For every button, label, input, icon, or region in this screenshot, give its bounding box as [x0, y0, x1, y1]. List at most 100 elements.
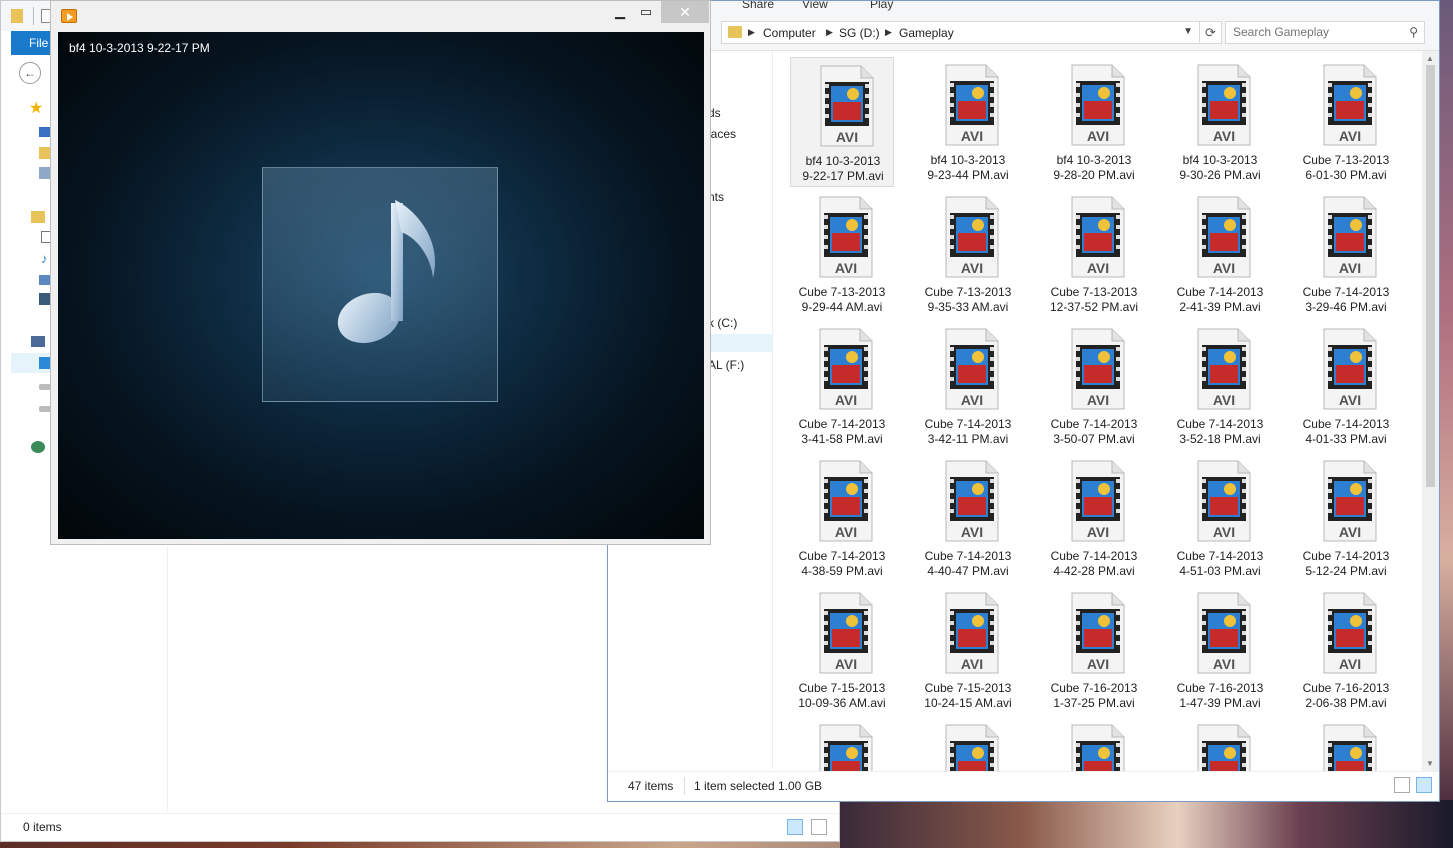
file-name-line1: Cube 7-14-2013: [1176, 285, 1264, 299]
chevron-right-icon[interactable]: ▶: [748, 27, 755, 38]
breadcrumb-computer[interactable]: Computer: [763, 26, 816, 40]
large-icons-view-button[interactable]: [811, 819, 827, 835]
avi-file-icon: AVI: [1323, 328, 1377, 410]
nav-item-drive-c[interactable]: k (C:): [708, 316, 737, 330]
file-tile[interactable]: AVI Cube 7-14-2013 3-52-18 PM.avi: [1168, 321, 1272, 451]
avi-file-icon: AVI: [945, 64, 999, 146]
network-icon[interactable]: [31, 441, 45, 453]
file-type-label: AVI: [1087, 524, 1109, 540]
chevron-right-icon[interactable]: ▶: [885, 27, 892, 38]
file-tile[interactable]: AVI Cube 7-13-2013 9-29-44 AM.avi: [790, 189, 894, 319]
file-tile[interactable]: AVI Cube 7-14-2013 3-50-07 PM.avi: [1042, 321, 1146, 451]
file-tab[interactable]: File: [11, 31, 55, 55]
file-name-line1: Cube 7-14-2013: [1050, 549, 1138, 563]
maximize-button[interactable]: ▭: [633, 1, 659, 23]
scroll-down-arrow[interactable]: ▼: [1426, 759, 1434, 768]
scrollbar-thumb[interactable]: [1426, 65, 1435, 487]
properties-icon[interactable]: [33, 7, 34, 25]
address-bar[interactable]: ▶ Computer ▶ SG (D:) ▶ Gameplay ▼: [721, 21, 1200, 44]
file-tile[interactable]: AVI Cube 7-14-2013 4-51-03 PM.avi: [1168, 453, 1272, 583]
file-tile[interactable]: AVI: [790, 717, 894, 771]
file-type-label: AVI: [1087, 392, 1109, 408]
file-name-line1: Cube 7-13-2013: [1302, 153, 1390, 167]
file-name: Cube 7-14-2013 3-29-46 PM.avi: [1294, 285, 1398, 315]
file-tile[interactable]: AVI Cube 7-15-2013 10-09-36 AM.avi: [790, 585, 894, 715]
close-button[interactable]: ✕: [661, 1, 709, 23]
file-tile[interactable]: AVI Cube 7-15-2013 10-24-15 AM.avi: [916, 585, 1020, 715]
video-area[interactable]: bf4 10-3-2013 9-22-17 PM: [58, 32, 704, 539]
file-name-line2: 3-50-07 PM.avi: [1053, 432, 1135, 446]
file-tile[interactable]: AVI bf4 10-3-2013 9-28-20 PM.avi: [1042, 57, 1146, 187]
file-name: Cube 7-13-2013 9-29-44 AM.avi: [790, 285, 894, 315]
back-button[interactable]: ←: [19, 62, 41, 84]
file-tile[interactable]: AVI: [1168, 717, 1272, 771]
details-view-button[interactable]: [1394, 777, 1410, 793]
file-tile[interactable]: AVI Cube 7-16-2013 1-37-25 PM.avi: [1042, 585, 1146, 715]
libraries-icon[interactable]: [31, 211, 45, 223]
avi-file-icon: AVI: [945, 328, 999, 410]
file-tile[interactable]: AVI: [1042, 717, 1146, 771]
favorites-star-icon[interactable]: ★: [29, 101, 43, 117]
file-tile[interactable]: AVI Cube 7-14-2013 2-41-39 PM.avi: [1168, 189, 1272, 319]
chevron-right-icon[interactable]: ▶: [826, 27, 833, 38]
file-name: Cube 7-14-2013 4-38-59 PM.avi: [790, 549, 894, 579]
avi-file-icon: AVI: [1323, 592, 1377, 674]
file-name-line2: 9-23-44 PM.avi: [927, 168, 1009, 182]
file-type-label: AVI: [835, 656, 857, 672]
file-tile[interactable]: AVI Cube 7-14-2013 3-41-58 PM.avi: [790, 321, 894, 451]
desktop-wallpaper-edge: [1440, 0, 1453, 800]
avi-file-icon: AVI: [819, 592, 873, 674]
file-tile[interactable]: AVI Cube 7-13-2013 9-35-33 AM.avi: [916, 189, 1020, 319]
file-name: Cube 7-14-2013 3-52-18 PM.avi: [1168, 417, 1272, 447]
file-type-label: AVI: [1339, 524, 1361, 540]
chevron-down-icon[interactable]: ▼: [1183, 26, 1193, 37]
file-type-label: AVI: [1339, 656, 1361, 672]
tab-share[interactable]: Share: [742, 1, 774, 11]
file-tile[interactable]: AVI bf4 10-3-2013 9-22-17 PM.avi: [790, 57, 894, 187]
nav-item-drive-f[interactable]: AL (F:): [708, 358, 744, 372]
item-count: 0 items: [23, 820, 62, 834]
file-name-line2: 9-30-26 PM.avi: [1179, 168, 1261, 182]
file-tile[interactable]: AVI Cube 7-14-2013 4-01-33 PM.avi: [1294, 321, 1398, 451]
file-name-line1: Cube 7-14-2013: [1302, 549, 1390, 563]
search-input[interactable]: [1233, 25, 1403, 39]
file-name: Cube 7-14-2013 4-40-47 PM.avi: [916, 549, 1020, 579]
breadcrumb-gameplay[interactable]: Gameplay: [899, 26, 954, 40]
file-tile[interactable]: AVI Cube 7-16-2013 1-47-39 PM.avi: [1168, 585, 1272, 715]
large-icons-view-button[interactable]: [1416, 777, 1432, 793]
refresh-button[interactable]: ⟳: [1200, 21, 1222, 44]
file-tile[interactable]: AVI Cube 7-13-2013 6-01-30 PM.avi: [1294, 57, 1398, 187]
breadcrumb-drive[interactable]: SG (D:): [839, 26, 880, 40]
file-tile[interactable]: AVI bf4 10-3-2013 9-30-26 PM.avi: [1168, 57, 1272, 187]
file-tile[interactable]: AVI Cube 7-16-2013 2-06-38 PM.avi: [1294, 585, 1398, 715]
file-tile[interactable]: AVI Cube 7-14-2013 3-42-11 PM.avi: [916, 321, 1020, 451]
file-name: Cube 7-13-2013 6-01-30 PM.avi: [1294, 153, 1398, 183]
file-tile[interactable]: AVI Cube 7-14-2013 4-38-59 PM.avi: [790, 453, 894, 583]
file-tile[interactable]: AVI bf4 10-3-2013 9-23-44 PM.avi: [916, 57, 1020, 187]
folder-icon[interactable]: [11, 9, 23, 23]
computer-icon[interactable]: [31, 336, 45, 347]
file-tile[interactable]: AVI Cube 7-14-2013 5-12-24 PM.avi: [1294, 453, 1398, 583]
file-type-label: AVI: [835, 260, 857, 276]
file-tile[interactable]: AVI Cube 7-14-2013 4-42-28 PM.avi: [1042, 453, 1146, 583]
scroll-up-arrow[interactable]: ▲: [1426, 54, 1434, 63]
file-tile[interactable]: AVI: [916, 717, 1020, 771]
file-name: Cube 7-15-2013 10-24-15 AM.avi: [916, 681, 1020, 711]
nav-item-recent-places[interactable]: laces: [708, 127, 736, 141]
tab-view[interactable]: View: [802, 1, 828, 11]
tab-play[interactable]: Play: [870, 1, 893, 11]
search-box[interactable]: ⚲: [1225, 21, 1425, 44]
file-tile[interactable]: AVI Cube 7-14-2013 4-40-47 PM.avi: [916, 453, 1020, 583]
search-icon[interactable]: ⚲: [1409, 25, 1418, 39]
vertical-scrollbar[interactable]: ▲ ▼: [1422, 51, 1439, 771]
file-tile[interactable]: AVI Cube 7-14-2013 3-29-46 PM.avi: [1294, 189, 1398, 319]
minimize-button[interactable]: ▁: [607, 1, 633, 23]
details-view-button[interactable]: [787, 819, 803, 835]
status-divider: [684, 777, 685, 795]
file-tile[interactable]: AVI Cube 7-13-2013 12-37-52 PM.avi: [1042, 189, 1146, 319]
title-bar[interactable]: ▁ ▭ ✕: [51, 1, 710, 31]
file-tile[interactable]: AVI: [1294, 717, 1398, 771]
avi-file-icon: AVI: [1323, 724, 1377, 771]
file-name: Cube 7-16-2013 2-06-38 PM.avi: [1294, 681, 1398, 711]
file-name-line2: 2-06-38 PM.avi: [1305, 696, 1387, 710]
